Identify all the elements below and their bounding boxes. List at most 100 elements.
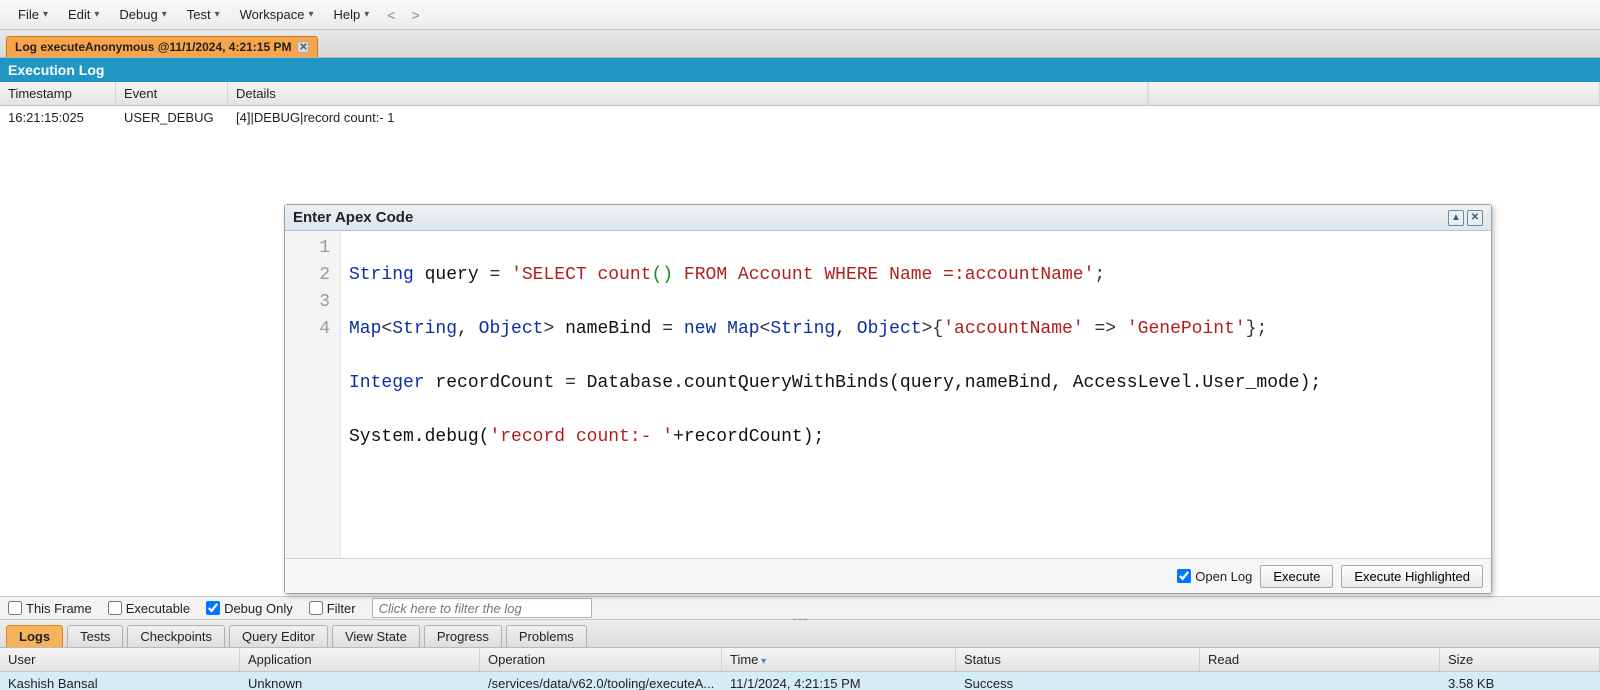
filter-checkbox[interactable]: Filter — [309, 601, 356, 616]
menu-workspace[interactable]: Workspace — [230, 3, 324, 26]
line-gutter: 1 2 3 4 — [285, 231, 341, 558]
menu-help-label: Help — [333, 7, 360, 22]
menu-help[interactable]: Help — [323, 3, 379, 26]
debug-only-checkbox-input[interactable] — [206, 601, 220, 615]
menu-debug-label: Debug — [119, 7, 157, 22]
log-col-timestamp[interactable]: Timestamp — [0, 82, 116, 106]
file-tabstrip: Log executeAnonymous @11/1/2024, 4:21:15… — [0, 30, 1600, 58]
token: Object — [857, 319, 922, 339]
code-editor[interactable]: 1 2 3 4 String query = 'SELECT count() F… — [285, 231, 1491, 559]
execution-log-table: Timestamp Event Details 16:21:15:025 USE… — [0, 82, 1600, 129]
tab-tests[interactable]: Tests — [67, 625, 123, 647]
executable-checkbox[interactable]: Executable — [108, 601, 190, 616]
token: = — [489, 265, 500, 285]
menu-workspace-label: Workspace — [240, 7, 305, 22]
tab-view-state[interactable]: View State — [332, 625, 420, 647]
nav-back-icon[interactable]: < — [379, 3, 403, 27]
bottom-tabstrip: Logs Tests Checkpoints Query Editor View… — [0, 620, 1600, 648]
token: recordCount — [425, 373, 565, 393]
logs-grid-header: User Application Operation Time Status R… — [0, 648, 1600, 672]
col-user[interactable]: User — [0, 648, 240, 671]
menu-file[interactable]: File — [8, 3, 58, 26]
token: query — [414, 265, 490, 285]
token: String — [349, 265, 414, 285]
menu-test[interactable]: Test — [177, 3, 230, 26]
code-body[interactable]: String query = 'SELECT count() FROM Acco… — [341, 231, 1329, 558]
log-cell-event: USER_DEBUG — [116, 106, 228, 129]
filter-input[interactable] — [372, 598, 592, 618]
this-frame-label: This Frame — [26, 601, 92, 616]
executable-label: Executable — [126, 601, 190, 616]
col-read[interactable]: Read — [1200, 648, 1440, 671]
token — [500, 265, 511, 285]
file-tab-log[interactable]: Log executeAnonymous @11/1/2024, 4:21:15… — [6, 36, 318, 57]
open-log-checkbox[interactable]: Open Log — [1177, 569, 1252, 584]
col-size[interactable]: Size — [1440, 648, 1600, 671]
log-col-blank — [1148, 82, 1600, 106]
tab-logs[interactable]: Logs — [6, 625, 63, 647]
dialog-titlebar[interactable]: Enter Apex Code ▲ ✕ — [285, 205, 1491, 231]
menu-edit-label: Edit — [68, 7, 90, 22]
log-col-event[interactable]: Event — [116, 82, 228, 106]
tab-progress[interactable]: Progress — [424, 625, 502, 647]
log-cell-details: [4]|DEBUG|record count:- 1 — [228, 106, 1148, 129]
token: FROM Account WHERE Name =:accountName' — [673, 265, 1094, 285]
menu-edit[interactable]: Edit — [58, 3, 109, 26]
filter-checkbox-input[interactable] — [309, 601, 323, 615]
menu-test-label: Test — [187, 7, 211, 22]
this-frame-checkbox[interactable]: This Frame — [8, 601, 92, 616]
dialog-footer: Open Log Execute Execute Highlighted — [285, 559, 1491, 593]
token: < — [381, 319, 392, 339]
cell-time: 11/1/2024, 4:21:15 PM — [722, 672, 956, 690]
filter-label: Filter — [327, 601, 356, 616]
token: , — [835, 319, 857, 339]
col-time[interactable]: Time — [722, 648, 956, 671]
token: , — [457, 319, 479, 339]
token: () — [652, 265, 674, 285]
tab-problems[interactable]: Problems — [506, 625, 587, 647]
execute-button[interactable]: Execute — [1260, 565, 1333, 588]
token: Map — [727, 319, 759, 339]
token — [673, 319, 684, 339]
open-log-checkbox-input[interactable] — [1177, 569, 1191, 583]
token: > — [543, 319, 554, 339]
token: 'SELECT count — [511, 265, 651, 285]
execution-log-title: Execution Log — [0, 58, 1600, 82]
this-frame-checkbox-input[interactable] — [8, 601, 22, 615]
menu-file-label: File — [18, 7, 39, 22]
col-application[interactable]: Application — [240, 648, 480, 671]
token: { — [932, 319, 943, 339]
logs-grid-row[interactable]: Kashish Bansal Unknown /services/data/v6… — [0, 672, 1600, 690]
debug-only-checkbox[interactable]: Debug Only — [206, 601, 293, 616]
menubar: File Edit Debug Test Workspace Help < > — [0, 0, 1600, 30]
line-number: 3 — [289, 289, 330, 316]
log-col-details[interactable]: Details — [228, 82, 1148, 106]
token: new — [684, 319, 716, 339]
execute-highlighted-button[interactable]: Execute Highlighted — [1341, 565, 1483, 588]
col-operation[interactable]: Operation — [480, 648, 722, 671]
open-log-label: Open Log — [1195, 569, 1252, 584]
close-dialog-icon[interactable]: ✕ — [1467, 210, 1483, 226]
tab-checkpoints[interactable]: Checkpoints — [127, 625, 225, 647]
token: > — [922, 319, 933, 339]
cell-user: Kashish Bansal — [0, 672, 240, 690]
token: = — [662, 319, 673, 339]
menu-debug[interactable]: Debug — [109, 3, 176, 26]
log-cell-timestamp: 16:21:15:025 — [0, 106, 116, 129]
executable-checkbox-input[interactable] — [108, 601, 122, 615]
nav-forward-icon[interactable]: > — [403, 3, 427, 27]
token: = — [565, 373, 576, 393]
line-number: 2 — [289, 262, 330, 289]
token: 'GenePoint' — [1127, 319, 1246, 339]
token: Integer — [349, 373, 425, 393]
close-icon[interactable]: ✕ — [297, 41, 309, 53]
collapse-icon[interactable]: ▲ — [1448, 210, 1464, 226]
log-row[interactable]: 16:21:15:025 USER_DEBUG [4]|DEBUG|record… — [0, 106, 1600, 129]
line-number: 1 — [289, 235, 330, 262]
token: 'record count:- ' — [489, 427, 673, 447]
col-status[interactable]: Status — [956, 648, 1200, 671]
token — [716, 319, 727, 339]
main-area: Execution Log Timestamp Event Details 16… — [0, 58, 1600, 690]
tab-query-editor[interactable]: Query Editor — [229, 625, 328, 647]
token: String — [770, 319, 835, 339]
